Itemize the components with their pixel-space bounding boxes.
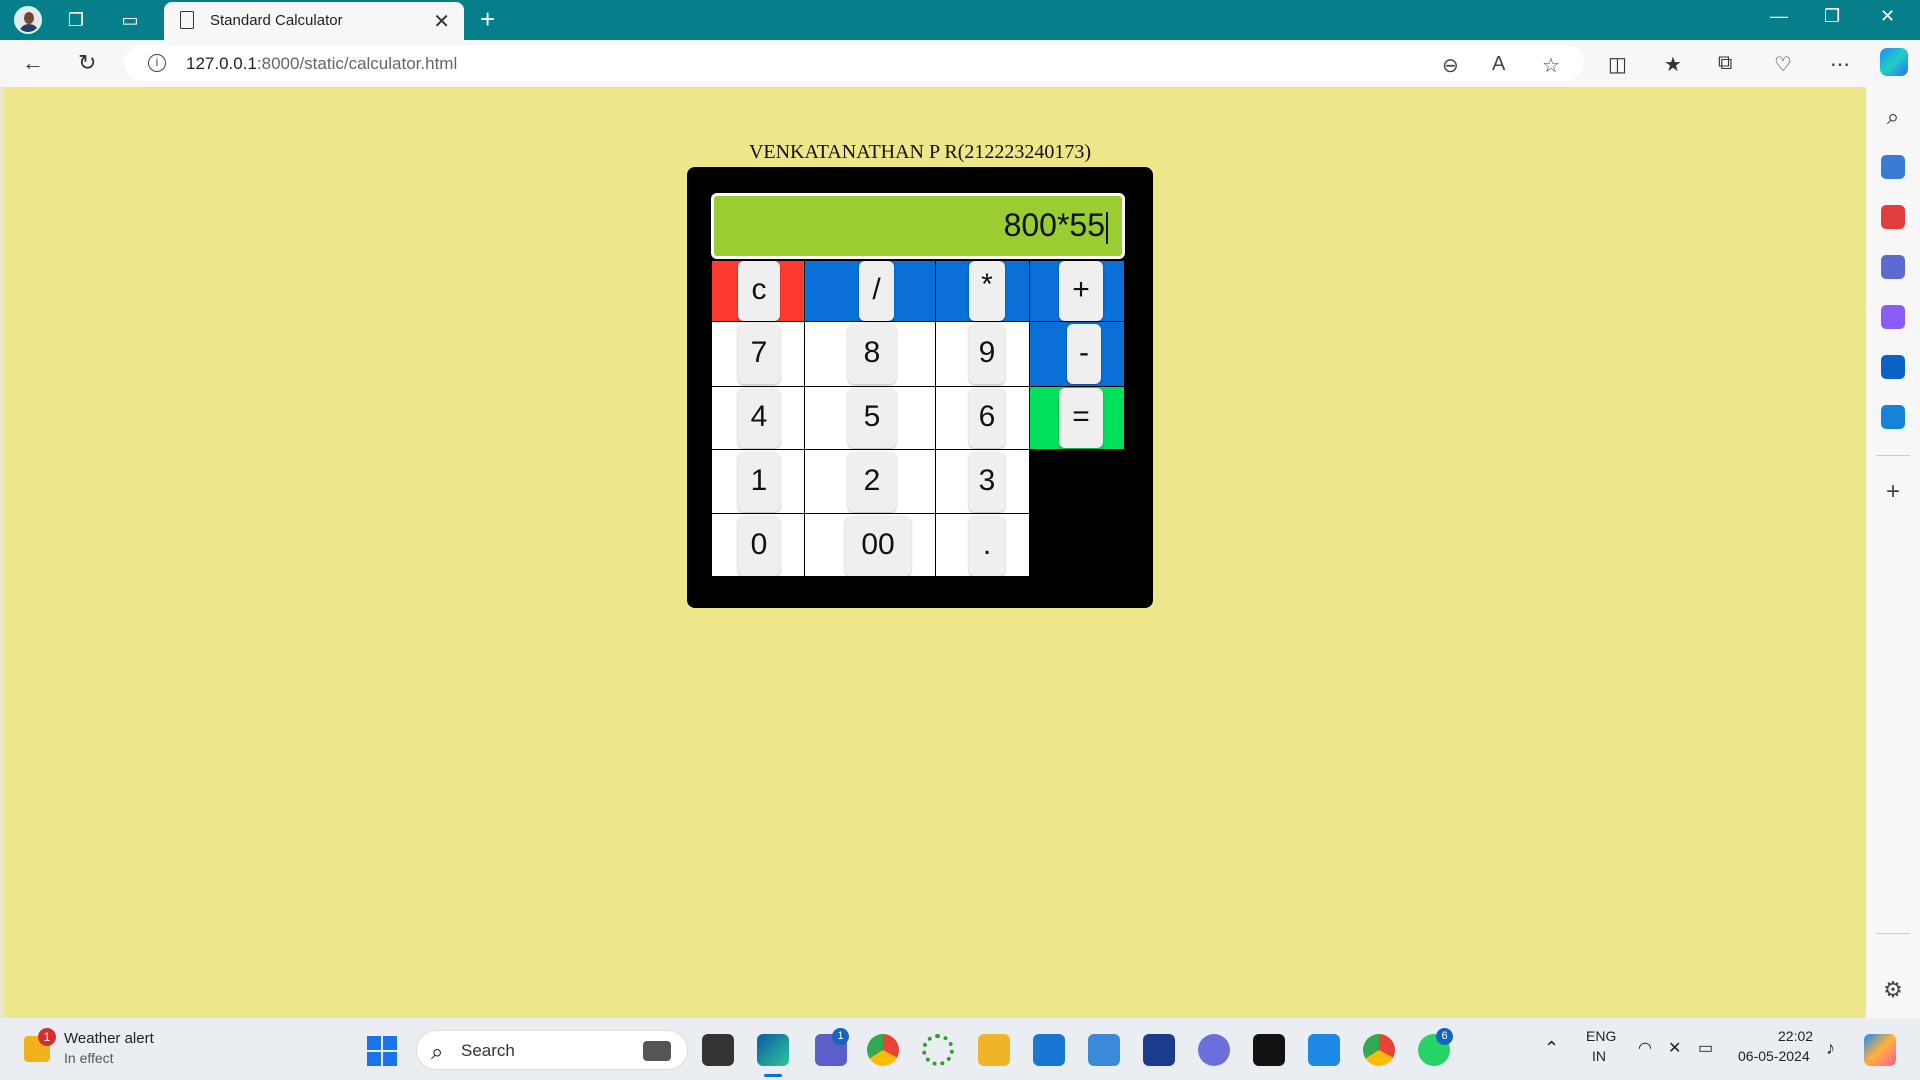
outlook-icon[interactable] [1881,355,1905,379]
search-label: Search [461,1041,515,1060]
equals-button[interactable]: = [1059,388,1103,448]
copilot-icon[interactable] [1880,48,1908,76]
search-magnifier-icon: ⌕ [431,1039,444,1064]
clock-date: 06-05-2024 [1738,1048,1810,1064]
double-zero-button[interactable]: 00 [845,516,911,576]
taskbar-search[interactable]: ⌕ Search [416,1030,688,1070]
browser-title-bar: ❐ ▭ Standard Calculator ✕ + — ❐ ✕ [0,0,1920,40]
workspaces-icon[interactable]: ❐ [64,8,88,32]
eight-button[interactable]: 8 [848,324,896,384]
chevron-up-icon[interactable]: ⌃ [1544,1038,1559,1059]
favorites-icon[interactable]: ★ [1664,52,1682,77]
refresh-icon[interactable]: ↻ [78,50,96,76]
add-icon[interactable]: + [1881,480,1905,505]
seven-button[interactable]: 7 [738,324,780,384]
url-text[interactable]: 127.0.0.1:8000/static/calculator.html [186,54,457,74]
read-aloud-icon[interactable]: A [1492,53,1505,76]
settings-gear-icon[interactable]: ⚙ [1881,979,1905,1003]
tools-briefcase-icon[interactable] [1881,205,1905,229]
microsoft-store-icon[interactable] [1033,1034,1065,1066]
calculator-display[interactable]: 800*55 [711,193,1125,259]
three-button[interactable]: 3 [969,452,1005,512]
minimize-icon[interactable]: — [1770,6,1788,27]
restore-icon[interactable]: ❐ [1824,6,1840,27]
five-button[interactable]: 5 [848,388,896,448]
plus-button[interactable]: + [1059,261,1103,321]
whatsapp-badge: 6 [1436,1028,1453,1045]
close-window-icon[interactable]: ✕ [1880,6,1895,27]
teams-badge: 1 [832,1028,849,1045]
two-button[interactable]: 2 [848,452,896,512]
close-tab-icon[interactable]: ✕ [433,9,450,34]
clock-time[interactable]: 22:02 [1778,1028,1813,1044]
multiply-button[interactable]: * [969,261,1005,321]
active-tab[interactable]: Standard Calculator ✕ [164,2,464,40]
address-bar[interactable]: i 127.0.0.1:8000/static/calculator.html … [124,45,1584,81]
edge-active-indicator [764,1074,782,1077]
six-button[interactable]: 6 [969,388,1005,448]
azure-app-icon[interactable] [1198,1034,1230,1066]
clear-button[interactable]: c [738,261,780,321]
l-app-icon[interactable] [1143,1034,1175,1066]
zoom-out-icon[interactable]: ⊖ [1442,53,1459,78]
one-button[interactable]: 1 [738,452,780,512]
more-options-icon[interactable]: ⋯ [1830,52,1850,77]
battery-icon[interactable]: ▭ [1698,1038,1713,1058]
chrome-profile-icon[interactable] [1363,1034,1395,1066]
send-icon[interactable] [1881,405,1905,429]
dot-button[interactable]: . [969,516,1005,576]
weather-title[interactable]: Weather alert [64,1030,154,1047]
collections-icon[interactable]: ⧉ [1718,52,1732,75]
divide-button[interactable]: / [859,261,894,321]
profile-avatar[interactable] [14,6,42,34]
browser-essentials-icon[interactable]: ♡ [1774,52,1792,77]
weather-subtitle: In effect [64,1050,114,1066]
page-header: VENKATANATHAN P R(212223240173) [748,141,1092,163]
calculator-body: 800*55 c / * + 7 8 9 - 4 5 6 = 1 2 3 0 0… [687,167,1153,608]
lang-top[interactable]: ENG [1586,1028,1616,1044]
chrome-icon[interactable] [867,1034,899,1066]
microsoft-365-icon[interactable] [1881,305,1905,329]
loader-app-icon[interactable] [922,1034,954,1066]
volume-muted-icon[interactable]: ✕ [1668,1038,1681,1058]
page-content: VENKATANATHAN P R(212223240173) 800*55 c… [4,87,1866,1018]
zero-button[interactable]: 0 [738,516,780,576]
new-tab-button[interactable]: + [480,4,495,35]
search-highlight-icon [643,1041,671,1061]
edge-icon[interactable] [757,1034,789,1066]
start-windows-icon[interactable] [367,1036,397,1066]
task-view-icon[interactable] [702,1034,734,1066]
notification-bell-icon[interactable]: ♪ [1826,1038,1835,1059]
games-icon[interactable] [1881,255,1905,279]
tab-title: Standard Calculator [210,12,343,29]
vscode-icon[interactable] [1308,1034,1340,1066]
intellij-icon[interactable] [1253,1034,1285,1066]
minus-button[interactable]: - [1067,324,1101,384]
search-icon[interactable]: ⌕ [1881,104,1905,129]
sidebar-divider-bottom [1876,933,1910,934]
lang-bottom: IN [1592,1048,1606,1064]
shopping-tag-icon[interactable] [1881,155,1905,179]
four-button[interactable]: 4 [738,388,780,448]
page-icon [180,11,194,29]
window-app-icon[interactable] [1088,1034,1120,1066]
favorite-star-icon[interactable]: ☆ [1542,53,1560,78]
sidebar-divider [1876,455,1910,456]
file-explorer-icon[interactable] [978,1034,1010,1066]
wifi-icon[interactable]: ◠ [1638,1038,1652,1058]
taskbar: 1 Weather alert In effect ⌕ Search 1 6 ⌃… [0,1018,1920,1080]
back-icon[interactable]: ← [22,50,44,76]
site-info-icon[interactable]: i [148,54,166,72]
split-screen-icon[interactable]: ◫ [1608,52,1627,77]
weather-badge: 1 [38,1028,56,1046]
copilot-taskbar-icon[interactable] [1864,1034,1896,1066]
tab-actions-icon[interactable]: ▭ [118,8,142,32]
nine-button[interactable]: 9 [969,324,1005,384]
edge-sidebar: ⌕ + ⚙ [1866,87,1920,1018]
navigation-bar: ← ↻ i 127.0.0.1:8000/static/calculator.h… [0,40,1920,87]
